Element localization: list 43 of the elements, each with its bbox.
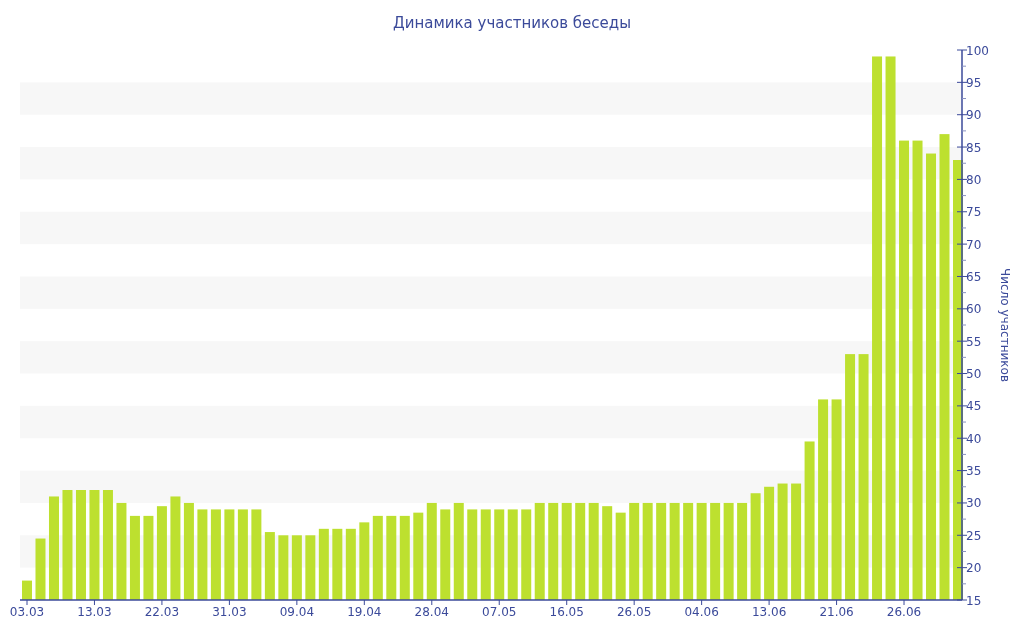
y-tick-label: 30 [966,496,982,511]
x-tick-label: 22.03 [144,605,180,619]
bar [291,535,302,600]
y-tick-label: 90 [966,108,982,123]
x-tick-label: 28.04 [414,605,449,619]
y-tick-label: 45 [966,399,982,414]
y-tick-label: 60 [966,302,982,317]
y-tick-label: 20 [966,561,982,576]
y-tick-label: 15 [966,593,982,608]
bar [345,528,356,600]
x-tick-label: 31.03 [212,605,247,619]
chart-title: Динамика участников беседы [393,14,631,32]
x-tick-label: 13.06 [751,605,787,619]
y-tick-label: 80 [966,172,982,187]
bar [318,528,329,600]
x-tick-label: 16.05 [549,605,584,619]
bar [332,528,343,600]
x-tick-label: 09.04 [279,605,315,619]
bar [35,538,46,600]
y-tick-label: 65 [966,269,982,284]
y-tick-label: 25 [966,528,982,543]
bar [264,532,275,600]
y-tick-label: 85 [966,140,982,155]
y-tick-label: 70 [966,237,982,252]
y-tick-label: 100 [966,43,989,58]
x-tick-label: 03.03 [9,605,45,619]
x-tick-label: 26.05 [617,605,652,619]
x-tick-label: 13.03 [77,605,112,619]
bar [278,535,289,600]
y-tick-label: 95 [966,75,982,90]
y-tick-label: 35 [966,464,982,479]
x-tick-label: 26.06 [886,605,922,619]
y-tick-label: 75 [966,205,982,220]
x-tick-label: 04.06 [684,605,719,619]
y-axis-title: Число участников [998,268,1012,382]
x-tick-label: 07.05 [482,605,517,619]
y-tick-label: 40 [966,431,982,446]
x-tick-label: 19.04 [347,605,382,619]
bar [22,580,32,600]
bar [305,535,316,600]
y-tick-label: 50 [966,367,982,382]
x-tick-label: 21.06 [819,605,854,619]
y-tick-label: 55 [966,334,982,349]
